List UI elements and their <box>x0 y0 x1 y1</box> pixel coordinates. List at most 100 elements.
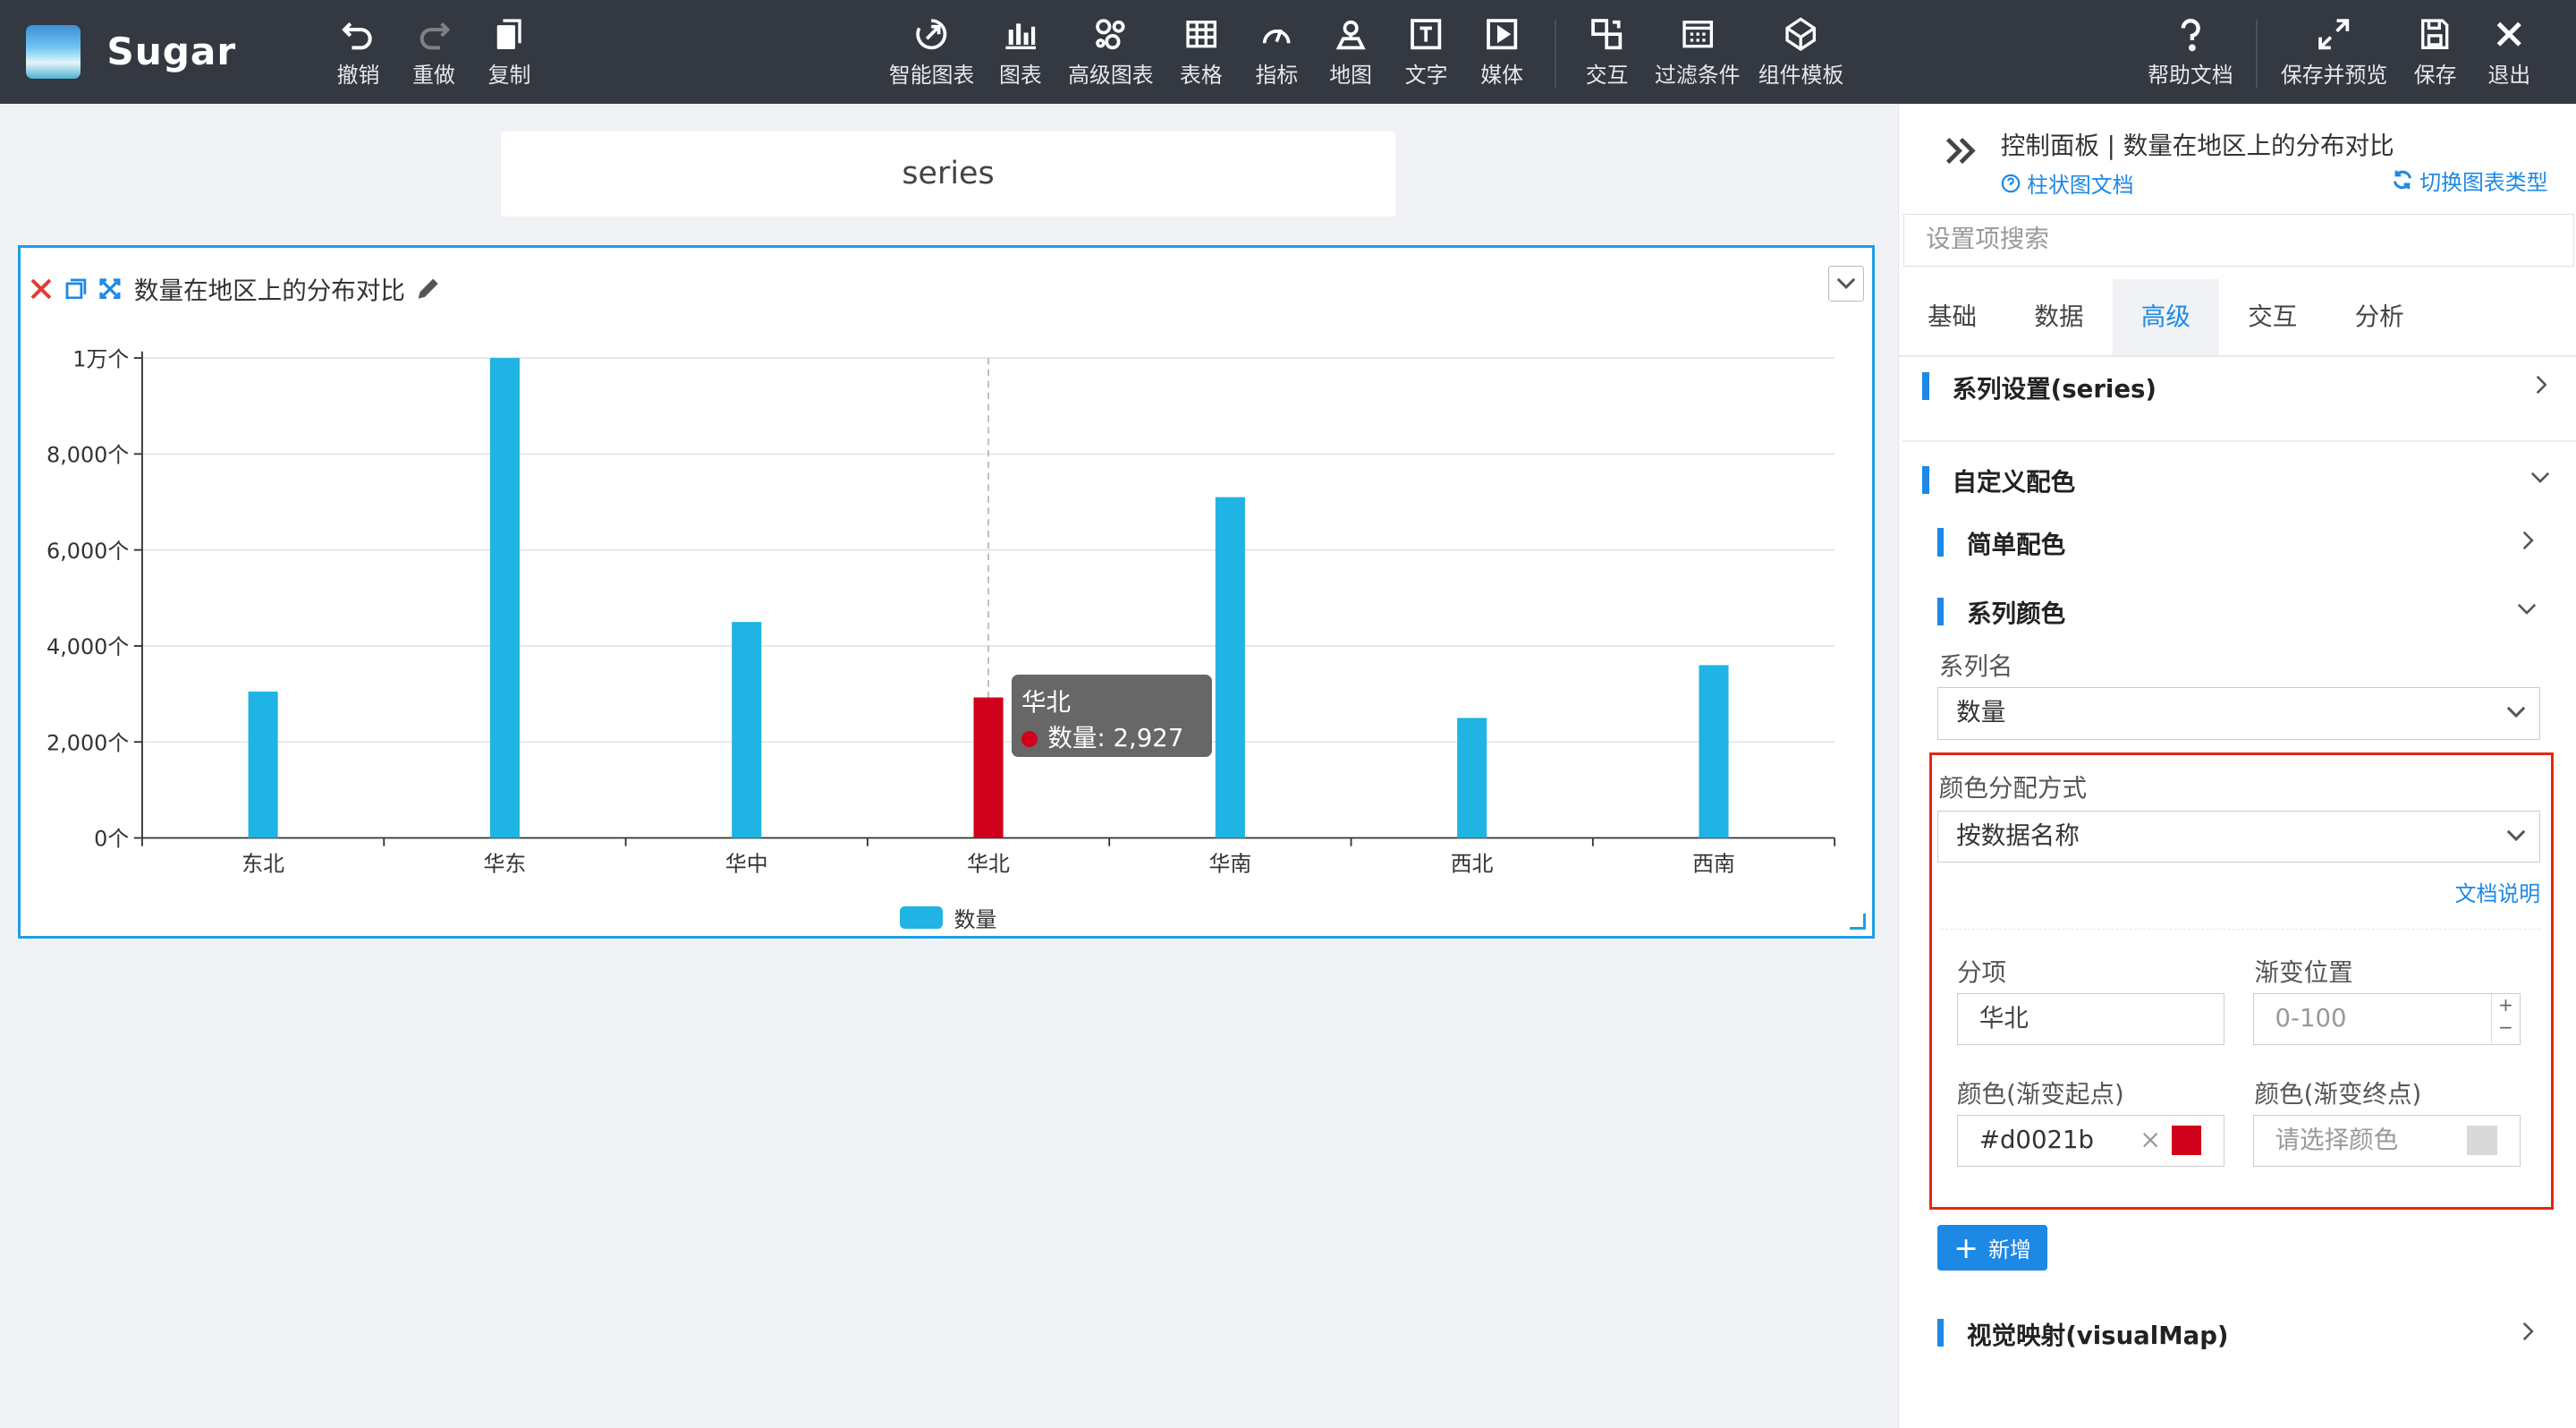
text-icon <box>1411 19 1442 50</box>
chevron-down-icon <box>2507 706 2526 718</box>
bar-西南 <box>1699 665 1729 838</box>
undo-icon <box>342 22 372 50</box>
x-tick-label: 西北 <box>1451 851 1494 876</box>
undo-button[interactable]: 撤销 <box>337 16 379 95</box>
bar-东北 <box>248 691 278 838</box>
advanced-chart-icon <box>1095 19 1125 50</box>
copy-button[interactable]: 复制 <box>488 16 530 95</box>
bar-华东 <box>490 357 521 838</box>
chevron-right-icon[interactable] <box>2521 1322 2534 1341</box>
indicator-button[interactable]: 指标 <box>1256 16 1298 95</box>
advanced-chart-button[interactable]: 高级图表 <box>1068 16 1154 95</box>
chevron-right-icon[interactable] <box>2534 375 2547 395</box>
help-doc-button[interactable]: 帮助文档 <box>2148 16 2233 95</box>
tooltip-marker <box>1021 730 1038 747</box>
bar-华北 <box>973 697 1004 838</box>
help-icon <box>2181 19 2200 52</box>
x-tick-label: 东北 <box>242 851 284 876</box>
color-mode-select[interactable]: 按数据名称 <box>1936 810 2541 863</box>
panel-tabs: 基础 数据 高级 交互 分析 <box>1899 279 2576 355</box>
plus-icon: + <box>1953 1229 1979 1265</box>
component-template-button[interactable]: 组件模板 <box>1758 16 1843 95</box>
gauge-icon <box>1263 29 1291 44</box>
exit-icon <box>2496 21 2521 47</box>
chevron-down-icon[interactable] <box>2517 603 2537 616</box>
y-tick-label: 4,000个 <box>47 634 129 659</box>
number-stepper[interactable]: + − <box>2490 993 2520 1043</box>
color-swatch-red[interactable] <box>2171 1125 2201 1155</box>
tab-advanced[interactable]: 高级 <box>2112 279 2220 355</box>
x-tick-label: 华东 <box>484 851 527 876</box>
tooltip-value: 数量: 2,927个 <box>1021 723 1184 788</box>
doc-explain-link[interactable]: 文档说明 <box>2455 876 2541 907</box>
tab-interaction[interactable]: 交互 <box>2219 279 2326 355</box>
divider <box>1902 440 2576 443</box>
text-button[interactable]: 文字 <box>1405 16 1447 95</box>
media-button[interactable]: 媒体 <box>1480 16 1523 95</box>
bar-chart[interactable]: 0个2,000个4,000个6,000个8,000个1万个东北 华东 华中 华北 华南西… <box>21 248 1871 935</box>
x-tick-label: 西南 <box>1692 851 1735 876</box>
redo-button[interactable]: 重做 <box>412 16 455 95</box>
bar-西北 <box>1457 718 1487 838</box>
save-button[interactable]: 保存 <box>2414 16 2456 95</box>
sugar-logo <box>26 24 80 80</box>
exit-button[interactable]: 退出 <box>2487 16 2530 95</box>
resize-handle[interactable] <box>1850 913 1866 930</box>
section-custom-color[interactable]: 自定义配色 <box>1922 462 2075 497</box>
smart-chart-icon <box>916 19 947 50</box>
series-text-widget[interactable]: series <box>501 131 1395 217</box>
add-button[interactable]: + 新增 <box>1936 1224 2048 1271</box>
map-button[interactable]: 地图 <box>1329 16 1372 95</box>
section-simple-color[interactable]: 简单配色 <box>1936 524 2065 560</box>
bar-chart-icon <box>1004 23 1036 50</box>
table-icon <box>1186 21 1216 48</box>
color-swatch-empty[interactable] <box>2467 1125 2497 1155</box>
color-end-input[interactable]: 请选择颜色 <box>2252 1114 2521 1168</box>
bar-华南 <box>1216 497 1246 838</box>
interaction-button[interactable]: 交互 <box>1586 16 1629 95</box>
filter-icon <box>1682 21 1713 48</box>
color-start-input[interactable]: #d0021b <box>1956 1114 2225 1168</box>
toolbar-divider <box>2256 20 2258 89</box>
chevron-right-icon[interactable] <box>2521 531 2534 550</box>
x-tick-label: 华南 <box>1209 851 1252 876</box>
tab-data[interactable]: 数据 <box>2005 279 2112 355</box>
save-preview-button[interactable]: 保存并预览 <box>2281 16 2387 95</box>
y-tick-label: 2,000个 <box>47 730 129 755</box>
chart-widget[interactable]: 数量在地区上的分布对比 0个 2,000个 4,000个 6,000个 8,000个 1万… <box>18 244 1876 939</box>
filter-button[interactable]: 过滤条件 <box>1655 16 1740 95</box>
tooltip-title: 华北 <box>1021 687 1072 717</box>
color-end-label: 颜色(渐变终点) <box>2254 1079 2422 1109</box>
interaction-icon <box>1591 19 1623 50</box>
color-mode-label: 颜色分配方式 <box>1938 773 2088 803</box>
bar-华中 <box>732 621 762 838</box>
save-icon <box>2421 19 2449 50</box>
chevron-down-icon[interactable] <box>2530 472 2550 485</box>
section-series-color[interactable]: 系列颜色 <box>1936 593 2065 629</box>
table-button[interactable]: 表格 <box>1180 16 1223 95</box>
settings-search-input[interactable]: 设置项搜索 <box>1903 213 2574 267</box>
gradient-position-input[interactable]: 0-100 + − <box>2252 992 2521 1046</box>
bar-chart-doc-link[interactable]: 柱状图文档 <box>2001 167 2133 199</box>
map-icon <box>1335 21 1366 50</box>
copy-icon <box>497 19 521 50</box>
switch-chart-type-link[interactable]: 切换图表类型 <box>2392 165 2548 196</box>
y-tick-label: 6,000个 <box>47 539 129 564</box>
item-input[interactable]: 华北 <box>1956 992 2225 1046</box>
chart-legend[interactable]: 数量 <box>900 902 996 933</box>
series-name-select[interactable]: 数量 <box>1936 686 2541 740</box>
smart-chart-button[interactable]: 智能图表 <box>889 16 974 95</box>
section-visual-map[interactable]: 视觉映射(visualMap) <box>1936 1315 2229 1351</box>
refresh-icon <box>2393 170 2412 190</box>
question-circle-icon <box>2001 174 2021 193</box>
chart-button[interactable]: 图表 <box>999 16 1042 95</box>
item-label: 分项 <box>1956 957 2007 987</box>
toolbar-divider <box>1554 20 1556 89</box>
collapse-panel-icon[interactable] <box>1945 136 1978 166</box>
section-series-settings[interactable]: 系列设置(series) <box>1922 369 2157 404</box>
tab-basic[interactable]: 基础 <box>1899 279 2005 355</box>
clear-icon[interactable] <box>2142 1132 2158 1148</box>
chevron-down-icon <box>2507 829 2526 841</box>
tab-analysis[interactable]: 分析 <box>2326 279 2432 355</box>
app-name: Sugar <box>106 30 237 74</box>
